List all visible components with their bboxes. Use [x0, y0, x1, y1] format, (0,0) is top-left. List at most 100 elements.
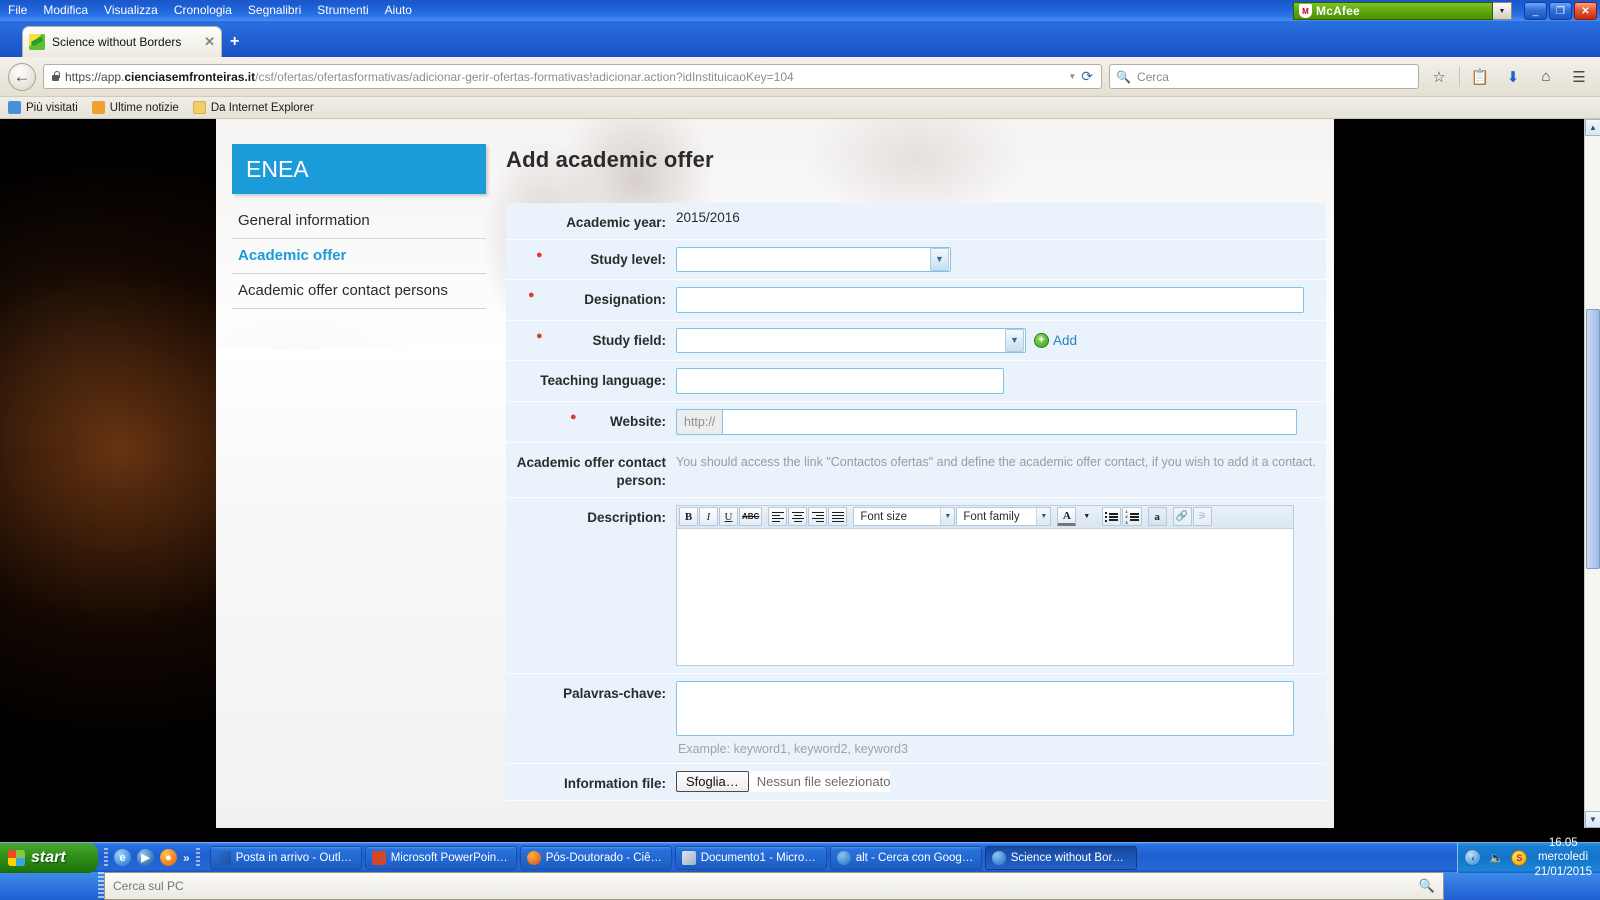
menu-item-aiuto[interactable]: Aiuto — [377, 0, 420, 21]
align-justify-icon[interactable] — [828, 507, 848, 527]
teaching-language-input[interactable] — [676, 367, 1004, 394]
task-button-powerpoint[interactable]: Microsoft PowerPoint … — [364, 845, 517, 870]
study-field-select[interactable]: ▼ — [676, 327, 1026, 353]
new-tab-button[interactable]: + — [230, 33, 239, 51]
mcafee-tray-icon[interactable]: S — [1511, 849, 1528, 866]
field-row-designation: ● Designation: — [506, 279, 1326, 321]
sidebar-item-general-information[interactable]: General information — [232, 204, 486, 239]
sidebar-item-contact-persons[interactable]: Academic offer contact persons — [232, 274, 486, 309]
back-button[interactable]: ← — [8, 62, 36, 91]
search-icon[interactable]: 🔍 — [1419, 878, 1435, 894]
chevron-down-icon[interactable]: ▼ — [1493, 2, 1512, 20]
downloads-icon[interactable]: ⬇ — [1500, 68, 1526, 86]
underline-button[interactable]: U — [719, 507, 738, 527]
mcafee-button[interactable]: M McAfee — [1293, 2, 1493, 20]
menu-hamburger-icon[interactable]: ☰ — [1566, 68, 1592, 86]
label-text: Website: — [609, 413, 666, 429]
drag-handle[interactable] — [195, 847, 200, 868]
bookmark-ultime-notizie[interactable]: Ultime notizie — [91, 101, 179, 114]
menu-item-visualizza[interactable]: Visualizza — [96, 0, 166, 21]
field-row-study-field: ● Study field: ▼ + Add — [506, 320, 1326, 361]
tab-title: Science without Borders — [52, 35, 182, 49]
add-study-field-button[interactable]: + Add — [1034, 332, 1077, 348]
text-color-chevron-down-icon[interactable]: ▼ — [1077, 507, 1096, 526]
file-input[interactable]: Sfoglia… Nessun file selezionato — [676, 770, 891, 792]
menu-bar: File Modifica Visualizza Cronologia Segn… — [0, 0, 1600, 21]
menu-item-file[interactable]: File — [0, 0, 35, 21]
italic-button[interactable]: I — [699, 507, 718, 527]
show-hidden-icons-button[interactable]: ‹ — [1464, 849, 1482, 866]
file-status-text: Nessun file selezionato — [756, 773, 891, 789]
address-bar[interactable]: https://app.cienciasemfronteiras.it/csf/… — [43, 64, 1102, 89]
scroll-up-button[interactable]: ▲ — [1585, 119, 1600, 136]
task-button-outlook[interactable]: Posta in arrivo - Outl… — [209, 845, 362, 870]
website-input[interactable] — [722, 408, 1298, 435]
windows-media-player-icon[interactable]: ▶ — [137, 849, 154, 866]
chevron-down-icon[interactable]: ▼ — [930, 247, 949, 271]
chevron-down-icon[interactable]: ▼ — [1005, 328, 1024, 352]
drag-handle[interactable] — [104, 847, 108, 868]
menu-item-strumenti[interactable]: Strumenti — [309, 0, 376, 21]
description-label: Description: — [587, 509, 666, 525]
quick-launch-overflow-icon[interactable]: » — [183, 851, 190, 865]
bullet-list-icon[interactable] — [1102, 507, 1122, 527]
align-center-icon[interactable] — [788, 507, 808, 527]
chevron-down-icon[interactable]: ▼ — [1068, 72, 1076, 81]
firefox-icon — [526, 850, 541, 865]
task-button-documento1[interactable]: Documento1 - Micros… — [674, 845, 827, 870]
bookmark-label: Da Internet Explorer — [210, 101, 314, 114]
chevron-down-icon[interactable]: ▼ — [940, 508, 955, 526]
volume-icon[interactable]: 🔈 — [1488, 850, 1504, 866]
bookmark-piu-visitati[interactable]: Più visitati — [8, 101, 78, 114]
font-size-select[interactable]: Font size ▼ — [853, 507, 956, 527]
unlink-icon[interactable]: ⚞ — [1192, 507, 1212, 527]
tab-close-icon[interactable]: ✕ — [204, 34, 215, 50]
firefox-icon[interactable]: ● — [160, 849, 177, 866]
keywords-textarea[interactable] — [676, 680, 1294, 736]
task-button-google-search[interactable]: alt - Cerca con Googl… — [829, 845, 982, 870]
restore-button[interactable]: ❐ — [1549, 2, 1572, 20]
description-textarea[interactable] — [677, 528, 1293, 665]
scrollbar-thumb[interactable] — [1586, 309, 1600, 569]
firefox-icon — [836, 850, 851, 865]
highlight-button[interactable]: a — [1147, 507, 1167, 527]
start-button[interactable]: start — [0, 842, 98, 873]
browse-button[interactable]: Sfoglia… — [676, 770, 749, 792]
task-label: Microsoft PowerPoint … — [390, 851, 510, 864]
bookmark-star-icon[interactable]: ☆ — [1426, 68, 1452, 86]
close-button[interactable]: ✕ — [1574, 2, 1597, 20]
browser-search-box[interactable]: 🔍 Cerca — [1109, 64, 1419, 89]
menu-item-modifica[interactable]: Modifica — [35, 0, 96, 21]
home-icon[interactable]: ⌂ — [1533, 68, 1559, 85]
menu-item-cronologia[interactable]: Cronologia — [166, 0, 240, 21]
chevron-down-icon[interactable]: ▼ — [1036, 508, 1051, 526]
scroll-down-button[interactable]: ▼ — [1585, 811, 1600, 828]
link-icon[interactable]: 🔗 — [1172, 507, 1192, 527]
numbered-list-icon[interactable]: 123 — [1122, 507, 1142, 527]
page-scrollbar[interactable]: ▲ ▼ — [1584, 119, 1600, 828]
url-path: /csf/ofertas/ofertasformativas/adicionar… — [255, 69, 794, 84]
clock[interactable]: 16.05 mercoledì 21/01/2015 — [1534, 836, 1592, 879]
menu-item-segnalibri[interactable]: Segnalibri — [240, 0, 309, 21]
tab-science-without-borders[interactable]: Science without Borders ✕ — [22, 26, 222, 57]
align-left-icon[interactable] — [768, 507, 788, 527]
study-level-select[interactable]: ▼ — [676, 246, 951, 272]
bold-button[interactable]: B — [679, 507, 698, 527]
text-color-button[interactable]: A — [1057, 507, 1077, 527]
mcafee-toolbar[interactable]: M McAfee ▼ — [1293, 2, 1512, 20]
reading-list-icon[interactable]: 📋 — [1467, 68, 1493, 86]
designation-label: ● Designation: — [506, 287, 676, 309]
sidebar-item-academic-offer[interactable]: Academic offer — [232, 239, 486, 274]
desktop-search-bar[interactable]: Cerca sul PC 🔍 — [104, 872, 1444, 900]
task-button-pos-doutorado[interactable]: Pós-Doutorado - Ciên… — [519, 845, 672, 870]
bookmark-da-internet-explorer[interactable]: Da Internet Explorer — [192, 101, 314, 114]
internet-explorer-icon[interactable]: e — [114, 849, 131, 866]
reload-icon[interactable]: ⟳ — [1081, 68, 1096, 85]
align-right-icon[interactable] — [808, 507, 828, 527]
minimize-button[interactable]: _ — [1524, 2, 1547, 20]
strikethrough-button[interactable]: ABC — [739, 507, 763, 527]
task-button-science-without-borders[interactable]: Science without Bord… — [984, 845, 1137, 870]
font-family-select[interactable]: Font family ▼ — [956, 507, 1052, 527]
description-editor[interactable]: B I U ABC Font size ▼ Font family ▼ A ▼ … — [676, 504, 1294, 666]
designation-input[interactable] — [676, 286, 1304, 313]
